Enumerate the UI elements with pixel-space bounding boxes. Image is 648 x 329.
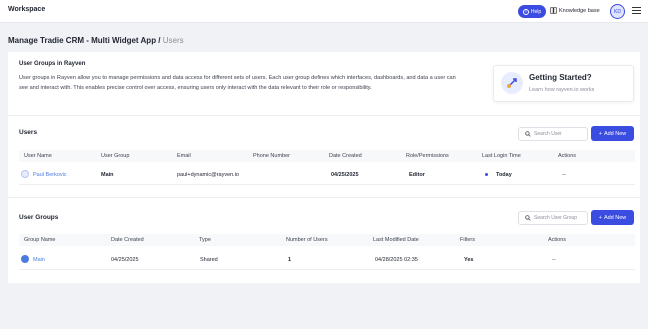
divider [8, 197, 640, 198]
column-header[interactable]: User Name [24, 153, 52, 159]
search-user-group-input[interactable]: Search User Group [518, 211, 588, 225]
breadcrumb-app[interactable]: Manage Tradie CRM - Multi Widget App / [8, 36, 161, 45]
users-section-title: Users [19, 129, 38, 136]
intro-title: User Groups in Rayven [19, 61, 86, 67]
column-header[interactable]: Type [199, 237, 211, 243]
column-header[interactable]: Date Created [329, 153, 362, 159]
column-header[interactable]: Last Modified Date [373, 237, 419, 243]
help-label: Help [530, 8, 542, 15]
column-header[interactable]: Group Name [24, 237, 56, 243]
column-header[interactable]: Number of Users [286, 237, 328, 243]
help-button[interactable]: ? Help [518, 5, 546, 18]
hamburger-menu-icon[interactable] [632, 7, 641, 16]
actions-cell[interactable]: -- [552, 257, 556, 263]
last-login-cell: Today [496, 172, 512, 178]
column-header[interactable]: Role/Permissions [406, 153, 449, 159]
column-header[interactable]: Filters [460, 237, 475, 243]
intro-text: User groups in Rayven allow you to manag… [19, 75, 456, 91]
column-header[interactable]: Date Created [111, 237, 144, 243]
status-dot-icon [485, 173, 488, 176]
help-icon: ? [522, 8, 529, 15]
type-cell: Shared [200, 257, 218, 263]
plus-icon: + [598, 130, 602, 137]
user-name-link[interactable]: Paul Berkovic [33, 172, 67, 178]
search-icon [525, 131, 531, 137]
knowledge-base-link[interactable]: Knowledge base [550, 7, 600, 14]
column-header[interactable]: User Group [101, 153, 129, 159]
search-icon [525, 215, 531, 221]
page-title: Manage Tradie CRM - Multi Widget App / U… [8, 36, 184, 45]
column-header[interactable]: Actions [548, 237, 566, 243]
add-user-group-button[interactable]: + Add New [591, 210, 634, 225]
add-user-button[interactable]: + Add New [591, 126, 634, 141]
user-avatar[interactable]: KD [610, 4, 625, 19]
workspace-brand[interactable]: Workspace [8, 6, 45, 13]
user-group-cell: Main [101, 172, 114, 178]
breadcrumb-current: Users [162, 36, 184, 45]
getting-started-card[interactable]: Getting Started? Learn how rayven.io wor… [493, 65, 634, 102]
email-cell: paul+dynamic@rayven.io [177, 172, 239, 178]
date-created-cell: 04/25/2025 [331, 172, 359, 178]
search-user-group-placeholder: Search User Group [534, 215, 578, 221]
users-table-header: User Name User Group Email Phone Number … [19, 150, 635, 162]
user-groups-table-header: Group Name Date Created Type Number of U… [19, 234, 635, 246]
search-user-input[interactable]: Search User [518, 127, 588, 141]
user-avatar-icon [21, 170, 29, 178]
num-users-cell: 1 [288, 257, 292, 263]
group-name-link[interactable]: Main [33, 257, 45, 263]
table-row[interactable]: Main 04/25/2025 Shared 1 04/28/2025 02:3… [19, 250, 635, 270]
actions-cell[interactable]: -- [562, 172, 566, 178]
knowledge-base-label: Knowledge base [559, 7, 600, 14]
filters-cell: Yes [464, 257, 474, 263]
search-user-placeholder: Search User [534, 131, 562, 137]
add-user-label: Add New [603, 130, 627, 137]
book-icon [550, 7, 557, 14]
column-header[interactable]: Phone Number [253, 153, 290, 159]
column-header[interactable]: Actions [558, 153, 576, 159]
getting-started-link[interactable]: Learn how rayven.io works [529, 87, 594, 93]
column-header[interactable]: Last Login Time [482, 153, 521, 159]
column-header[interactable]: Email [177, 153, 191, 159]
user-groups-section-title: User Groups [19, 214, 59, 221]
divider [8, 115, 640, 116]
role-cell: Editor [409, 172, 425, 178]
rocket-icon [501, 72, 523, 94]
main-card: User Groups in Rayven User groups in Ray… [8, 52, 640, 283]
add-user-group-label: Add New [603, 214, 627, 221]
getting-started-title: Getting Started? [529, 73, 592, 82]
table-row[interactable]: Paul Berkovic Main paul+dynamic@rayven.i… [19, 165, 635, 185]
plus-icon: + [598, 214, 602, 221]
date-created-cell: 04/25/2025 [111, 257, 139, 263]
top-bar: Workspace ? Help Knowledge base KD [0, 0, 648, 23]
last-modified-cell: 04/28/2025 02:35 [375, 257, 418, 263]
group-icon [21, 255, 29, 263]
